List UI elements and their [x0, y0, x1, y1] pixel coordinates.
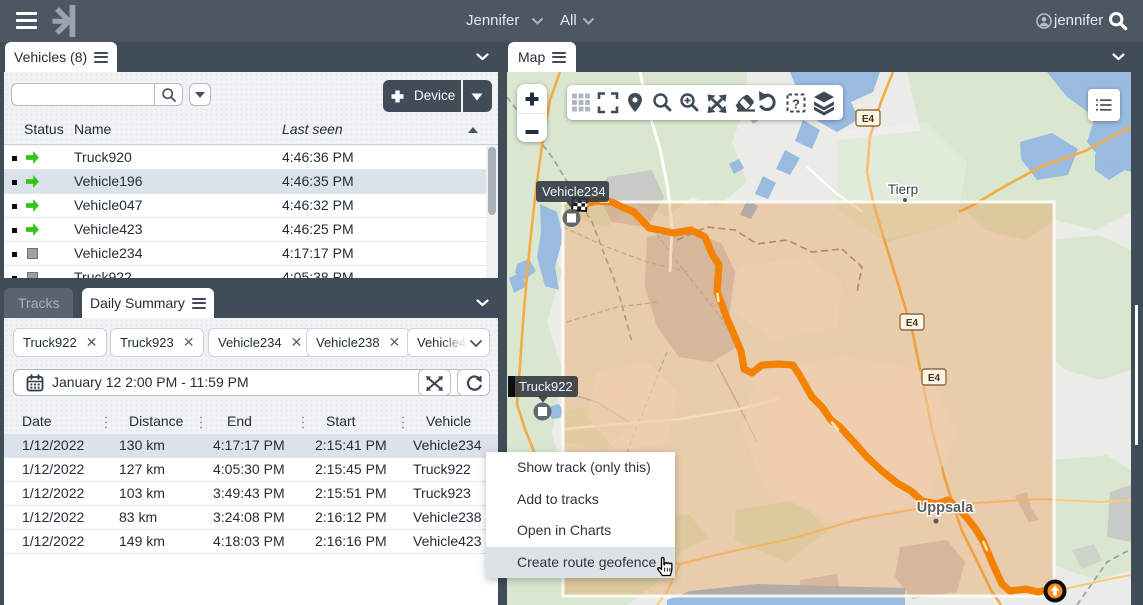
- svg-text:Tierp: Tierp: [888, 182, 918, 197]
- svg-text:Truck922: Truck922: [519, 379, 573, 394]
- svg-text:E4: E4: [906, 318, 919, 329]
- svg-text:Vehicle234: Vehicle234: [542, 184, 606, 199]
- svg-text:?: ?: [792, 97, 800, 112]
- svg-text:E4: E4: [928, 373, 941, 384]
- svg-text:Uppsala: Uppsala: [917, 500, 974, 516]
- svg-text:E4: E4: [862, 114, 875, 125]
